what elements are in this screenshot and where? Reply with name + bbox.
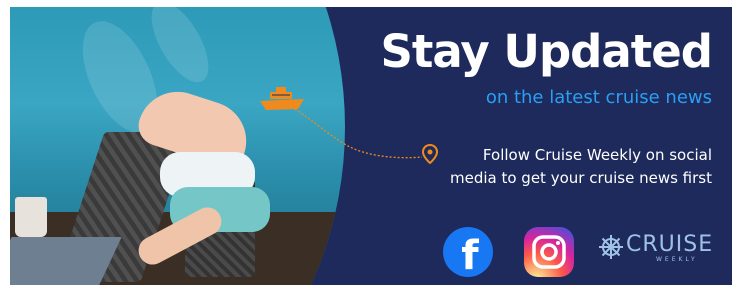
instagram-icon[interactable]: [524, 227, 574, 277]
follow-line-1: Follow Cruise Weekly on social: [482, 146, 712, 164]
cruise-ship-icon: [260, 87, 304, 110]
follow-text: Follow Cruise Weekly on social media to …: [412, 144, 712, 190]
facebook-icon[interactable]: f: [443, 227, 493, 277]
headline: Stay Updated: [380, 25, 713, 78]
logo-name: CRUISE: [626, 232, 714, 257]
facebook-letter: f: [461, 233, 479, 277]
follow-line-2: media to get your cruise news first: [449, 169, 712, 187]
social-banner: Stay Updated on the latest cruise news F…: [10, 7, 732, 285]
subheadline: on the latest cruise news: [485, 87, 712, 108]
ship-wheel-icon: [599, 235, 623, 259]
cruise-weekly-logo[interactable]: CRUISE WEEKLY: [598, 232, 728, 272]
logo-subtitle: WEEKLY: [656, 256, 698, 263]
